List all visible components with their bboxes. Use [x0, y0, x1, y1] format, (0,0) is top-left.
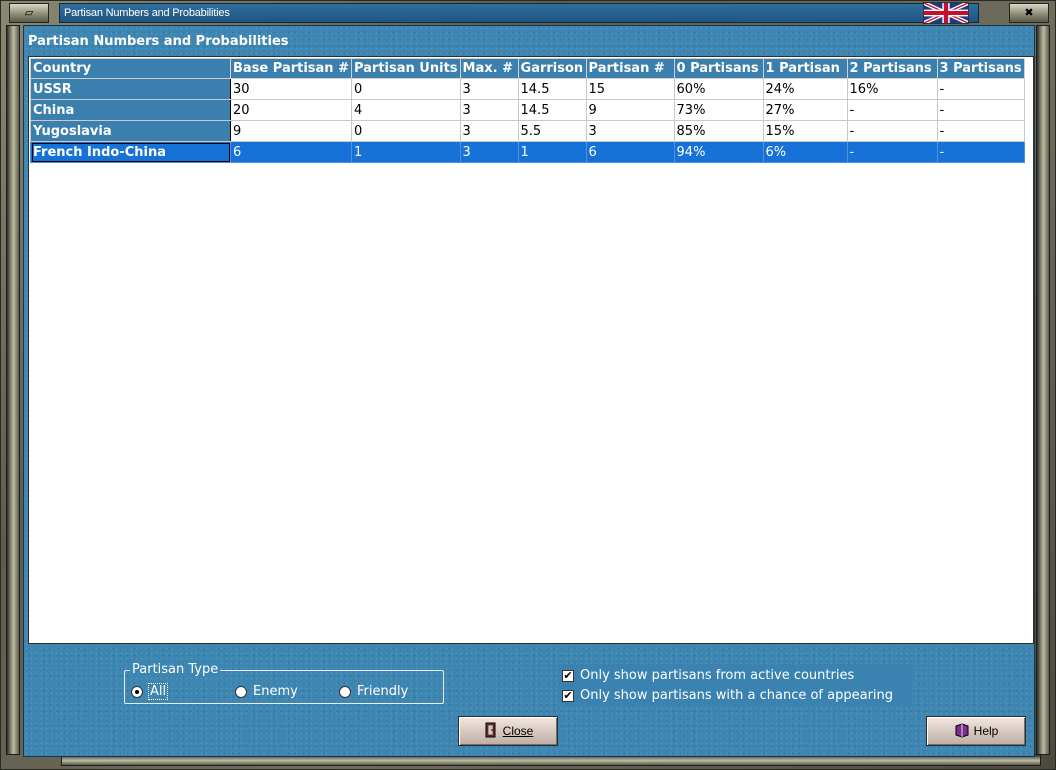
country-cell: China — [30, 99, 231, 121]
door-exit-icon — [483, 722, 499, 741]
column-header-partisan-count[interactable]: Partisan # — [585, 58, 675, 79]
table-cell: 3 — [459, 120, 519, 142]
frame-rail-right — [1036, 25, 1050, 755]
column-header-max[interactable]: Max. # — [459, 58, 519, 79]
table-cell: - — [936, 141, 1025, 163]
partisan-table: Country Base Partisan # Partisan Units M… — [30, 58, 1025, 163]
help-button[interactable]: Help — [926, 716, 1026, 746]
country-cell: Yugoslavia — [30, 120, 231, 142]
table-cell: 0 — [350, 120, 461, 142]
table-cell: 27% — [762, 99, 848, 121]
column-header-0-partisans[interactable]: 0 Partisans — [673, 58, 764, 79]
table-cell: 94% — [673, 141, 764, 163]
window-title: Partisan Numbers and Probabilities — [64, 7, 230, 19]
table-cell: 6 — [230, 141, 352, 163]
country-cell: French Indo-China — [30, 141, 231, 163]
uk-flag-icon[interactable] — [923, 2, 969, 24]
table-header-row: Country Base Partisan # Partisan Units M… — [30, 58, 1025, 79]
table-cell: - — [936, 120, 1025, 142]
table-cell: - — [846, 120, 938, 142]
table-cell: 16% — [846, 78, 938, 100]
table-cell: 6% — [762, 141, 848, 163]
table-cell: 9 — [230, 120, 352, 142]
table-row[interactable]: USSR 30 0 3 14.5 15 60% 24% 16% - — [30, 78, 1025, 100]
title-bar: Partisan Numbers and Probabilities — [59, 3, 979, 23]
table-cell: 0 — [350, 78, 461, 100]
checkmark-icon[interactable]: ✔ — [562, 669, 574, 682]
column-header-garrison[interactable]: Garrison — [517, 58, 587, 79]
table-row[interactable]: China 20 4 3 14.5 9 73% 27% - - — [30, 99, 1025, 121]
table-cell: 60% — [673, 78, 764, 100]
table-cell: - — [846, 99, 938, 121]
checkbox-chance-appearing[interactable]: ✔ Only show partisans with a chance of a… — [562, 688, 893, 703]
radio-all[interactable]: All — [131, 683, 169, 700]
table-cell: 24% — [762, 78, 848, 100]
radio-friendly[interactable]: Friendly — [339, 684, 408, 699]
table-cell: 15% — [762, 120, 848, 142]
filter-checkboxes: ✔ Only show partisans from active countr… — [558, 664, 912, 706]
radio-friendly-dot[interactable] — [339, 685, 351, 698]
partisan-type-group: Partisan Type All Enemy Friendly — [124, 662, 444, 704]
main-panel: Partisan Numbers and Probabilities Count… — [23, 25, 1035, 757]
table-cell: 3 — [459, 99, 519, 121]
table-row[interactable]: Yugoslavia 9 0 3 5.5 3 85% 15% - - — [30, 120, 1025, 142]
panel-title: Partisan Numbers and Probabilities — [28, 34, 289, 49]
country-cell: USSR — [30, 78, 231, 100]
table-cell: - — [936, 78, 1025, 100]
checkbox-active-countries[interactable]: ✔ Only show partisans from active countr… — [562, 668, 854, 683]
column-header-3-partisans[interactable]: 3 Partisans — [936, 58, 1025, 79]
checkbox-active-countries-label[interactable]: Only show partisans from active countrie… — [580, 668, 854, 683]
table-cell: 4 — [350, 99, 461, 121]
table-cell: - — [936, 99, 1025, 121]
help-button-label: Help — [973, 724, 999, 738]
table-cell: 1 — [517, 141, 587, 163]
table-cell: 3 — [459, 141, 519, 163]
checkbox-chance-appearing-label[interactable]: Only show partisans with a chance of app… — [580, 688, 893, 703]
column-header-country[interactable]: Country — [30, 58, 231, 79]
table-cell: 20 — [230, 99, 352, 121]
column-header-1-partisan[interactable]: 1 Partisan — [762, 58, 848, 79]
column-header-2-partisans[interactable]: 2 Partisans — [846, 58, 938, 79]
table-cell: 73% — [673, 99, 764, 121]
window-frame: ▱ Partisan Numbers and Probabilities ✖ P… — [0, 0, 1056, 770]
radio-enemy-label[interactable]: Enemy — [253, 684, 298, 699]
table-cell: 14.5 — [517, 99, 587, 121]
table-cell: 1 — [350, 141, 461, 163]
table-cell: 15 — [585, 78, 675, 100]
close-button[interactable]: Close — [458, 716, 558, 746]
table-cell: 5.5 — [517, 120, 587, 142]
checkmark-icon[interactable]: ✔ — [562, 689, 574, 702]
radio-enemy-dot[interactable] — [235, 685, 247, 698]
table-cell: 30 — [230, 78, 352, 100]
radio-enemy[interactable]: Enemy — [235, 684, 298, 699]
book-icon — [954, 722, 970, 741]
table-cell: 85% — [673, 120, 764, 142]
partisan-table-area[interactable]: Country Base Partisan # Partisan Units M… — [28, 56, 1034, 644]
table-row-selected[interactable]: French Indo-China 6 1 3 1 6 94% 6% - - — [30, 141, 1025, 163]
partisan-type-legend: Partisan Type — [130, 662, 221, 677]
window-menu-button[interactable]: ▱ — [9, 3, 49, 23]
close-button-label: Close — [502, 724, 534, 738]
table-cell: 3 — [585, 120, 675, 142]
radio-all-dot[interactable] — [131, 685, 143, 698]
radio-all-label[interactable]: All — [147, 683, 169, 700]
radio-friendly-label[interactable]: Friendly — [357, 684, 408, 699]
table-cell: 6 — [585, 141, 675, 163]
table-cell: 14.5 — [517, 78, 587, 100]
column-header-base-partisan[interactable]: Base Partisan # — [230, 58, 352, 79]
column-header-partisan-units[interactable]: Partisan Units — [350, 58, 461, 79]
table-cell: 3 — [459, 78, 519, 100]
table-cell: - — [846, 141, 938, 163]
frame-rail-left — [6, 25, 20, 755]
window-close-button[interactable]: ✖ — [1009, 3, 1049, 23]
table-cell: 9 — [585, 99, 675, 121]
